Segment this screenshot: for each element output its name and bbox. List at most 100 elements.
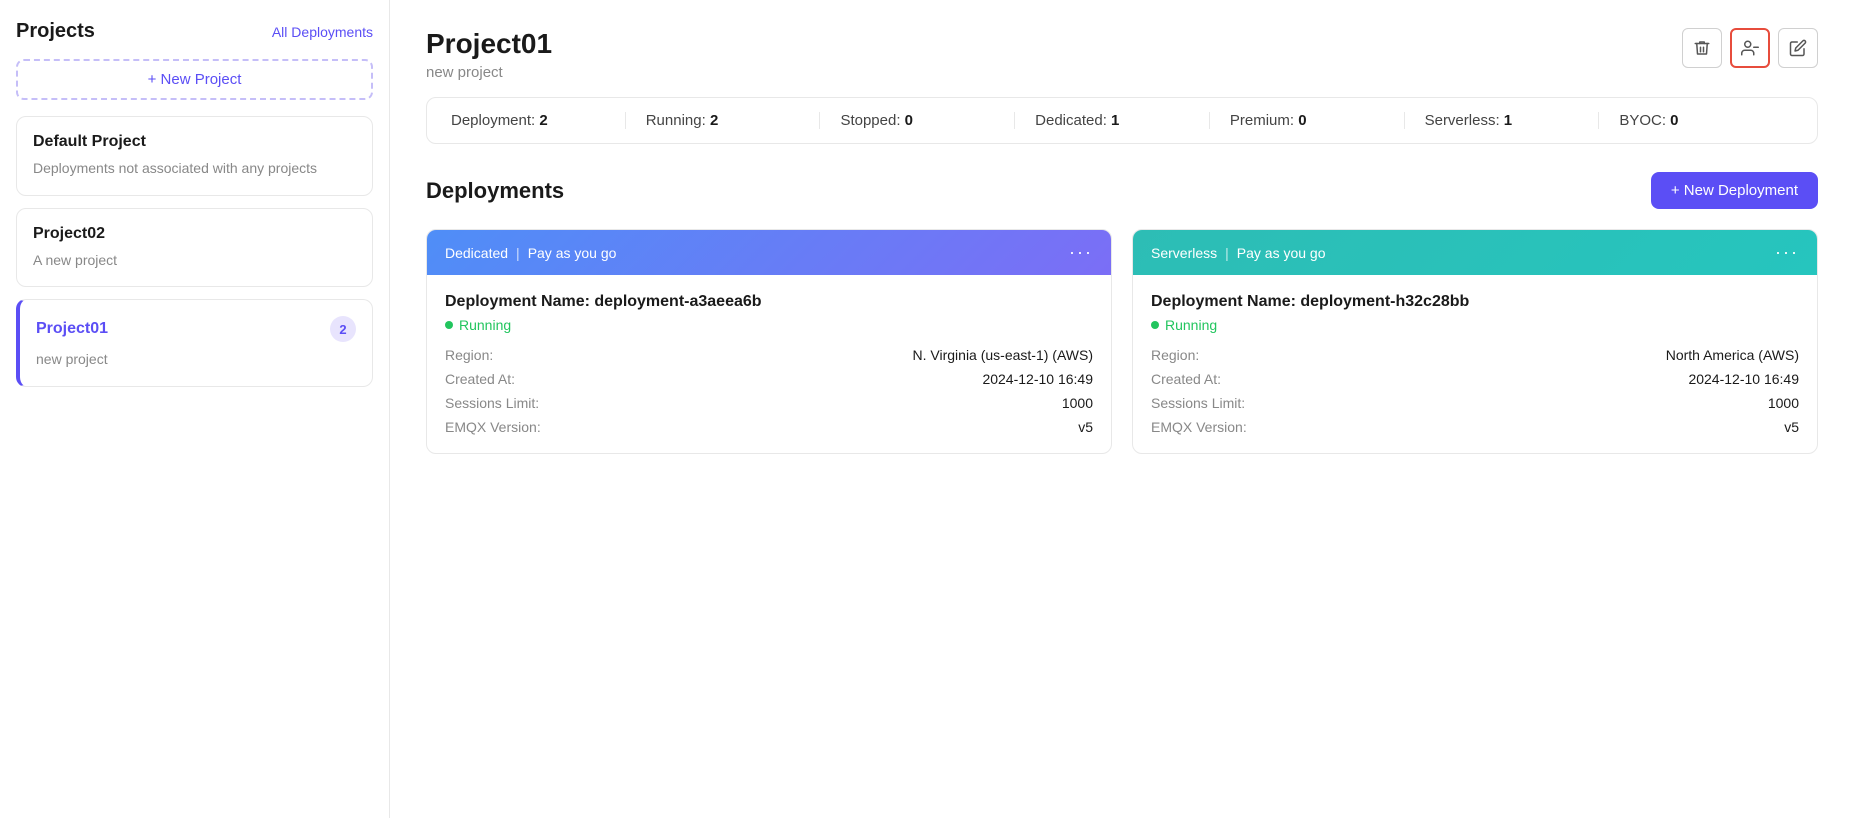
deployment-card-header: Serverless | Pay as you go ··· — [1133, 230, 1817, 275]
stat-value: 2 — [710, 112, 718, 129]
project-card-desc: A new project — [33, 251, 356, 271]
deployment-cards: Dedicated | Pay as you go ··· Deployment… — [426, 229, 1818, 454]
deployment-details: Region: North America (AWS) Created At: … — [1151, 347, 1799, 435]
deployment-status: Running — [445, 317, 1093, 333]
emqx-label: EMQX Version: — [445, 419, 541, 435]
project-badge: 2 — [330, 316, 356, 342]
stat-item: Deployment: 2 — [451, 112, 626, 129]
region-label: Region: — [1151, 347, 1199, 363]
deployment-type: Dedicated — [445, 245, 508, 261]
stat-value: 0 — [905, 112, 913, 129]
created-value: 2024-12-10 16:49 — [1688, 371, 1799, 387]
stat-label: Deployment: — [451, 112, 535, 129]
deployment-type-tag: Dedicated | Pay as you go — [445, 245, 616, 261]
project-card-project01[interactable]: Project01 2 new project — [16, 299, 373, 387]
deployment-plan: Pay as you go — [528, 245, 617, 261]
project-card-desc: Deployments not associated with any proj… — [33, 159, 356, 179]
detail-row-region: Region: North America (AWS) — [1151, 347, 1799, 363]
status-label: Running — [459, 317, 511, 333]
main-header: Project01 new project — [426, 28, 1818, 81]
stat-label: Dedicated: — [1035, 112, 1107, 129]
sessions-value: 1000 — [1062, 395, 1093, 411]
users-button[interactable] — [1730, 28, 1770, 68]
deployment-type-tag: Serverless | Pay as you go — [1151, 245, 1326, 261]
stat-value: 0 — [1670, 112, 1678, 129]
deployment-card-body: Deployment Name: deployment-a3aeea6b Run… — [427, 275, 1111, 453]
sessions-value: 1000 — [1768, 395, 1799, 411]
emqx-value: v5 — [1078, 419, 1093, 435]
emqx-value: v5 — [1784, 419, 1799, 435]
detail-row-region: Region: N. Virginia (us-east-1) (AWS) — [445, 347, 1093, 363]
stat-item: Running: 2 — [626, 112, 821, 129]
region-value: North America (AWS) — [1666, 347, 1799, 363]
deployment-name: Deployment Name: deployment-h32c28bb — [1151, 293, 1799, 311]
edit-button[interactable] — [1778, 28, 1818, 68]
detail-row-created: Created At: 2024-12-10 16:49 — [1151, 371, 1799, 387]
sessions-label: Sessions Limit: — [1151, 395, 1245, 411]
stats-bar: Deployment: 2Running: 2Stopped: 0Dedicat… — [426, 97, 1818, 144]
sessions-label: Sessions Limit: — [445, 395, 539, 411]
more-options-button[interactable]: ··· — [1775, 242, 1799, 263]
deployment-card-dep2: Serverless | Pay as you go ··· Deploymen… — [1132, 229, 1818, 454]
main-content: Project01 new project — [390, 0, 1854, 818]
separator: | — [1225, 245, 1229, 261]
emqx-label: EMQX Version: — [1151, 419, 1247, 435]
deployment-status: Running — [1151, 317, 1799, 333]
separator: | — [516, 245, 520, 261]
stat-label: Serverless: — [1425, 112, 1500, 129]
new-deployment-button[interactable]: + New Deployment — [1651, 172, 1818, 209]
region-value: N. Virginia (us-east-1) (AWS) — [913, 347, 1093, 363]
more-options-button[interactable]: ··· — [1069, 242, 1093, 263]
stat-label: Running: — [646, 112, 706, 129]
delete-button[interactable] — [1682, 28, 1722, 68]
all-deployments-link[interactable]: All Deployments — [272, 24, 373, 40]
project-card-project02[interactable]: Project02 A new project — [16, 208, 373, 288]
project-card-name: Default Project — [33, 133, 146, 151]
stat-item: Serverless: 1 — [1405, 112, 1600, 129]
detail-row-emqx: EMQX Version: v5 — [445, 419, 1093, 435]
stat-value: 0 — [1298, 112, 1306, 129]
deployment-plan: Pay as you go — [1237, 245, 1326, 261]
projects-list: Default Project Deployments not associate… — [16, 116, 373, 399]
deployments-section-title: Deployments — [426, 178, 564, 204]
stat-item: BYOC: 0 — [1599, 112, 1793, 129]
project-title: Project01 — [426, 28, 552, 60]
deployment-details: Region: N. Virginia (us-east-1) (AWS) Cr… — [445, 347, 1093, 435]
sidebar: Projects All Deployments + New Project D… — [0, 0, 390, 818]
detail-row-sessions: Sessions Limit: 1000 — [1151, 395, 1799, 411]
project-card-header: Default Project — [33, 133, 356, 151]
stat-label: Stopped: — [840, 112, 900, 129]
project-info: Project01 new project — [426, 28, 552, 81]
created-label: Created At: — [1151, 371, 1221, 387]
detail-row-emqx: EMQX Version: v5 — [1151, 419, 1799, 435]
sidebar-title: Projects — [16, 20, 95, 43]
stat-label: Premium: — [1230, 112, 1294, 129]
stat-value: 1 — [1111, 112, 1119, 129]
deployment-card-body: Deployment Name: deployment-h32c28bb Run… — [1133, 275, 1817, 453]
project-card-default[interactable]: Default Project Deployments not associate… — [16, 116, 373, 196]
status-dot — [1151, 321, 1159, 329]
new-project-button[interactable]: + New Project — [16, 59, 373, 100]
project-card-name: Project02 — [33, 225, 105, 243]
project-card-desc: new project — [36, 350, 356, 370]
project-card-header: Project01 2 — [36, 316, 356, 342]
detail-row-created: Created At: 2024-12-10 16:49 — [445, 371, 1093, 387]
stat-item: Premium: 0 — [1210, 112, 1405, 129]
deployment-type: Serverless — [1151, 245, 1217, 261]
created-value: 2024-12-10 16:49 — [982, 371, 1093, 387]
stat-label: BYOC: — [1619, 112, 1666, 129]
project-subtitle: new project — [426, 64, 552, 81]
detail-row-sessions: Sessions Limit: 1000 — [445, 395, 1093, 411]
sidebar-header: Projects All Deployments — [16, 20, 373, 43]
status-label: Running — [1165, 317, 1217, 333]
deployment-name: Deployment Name: deployment-a3aeea6b — [445, 293, 1093, 311]
stat-item: Stopped: 0 — [820, 112, 1015, 129]
stat-value: 2 — [539, 112, 547, 129]
deployment-card-dep1: Dedicated | Pay as you go ··· Deployment… — [426, 229, 1112, 454]
deployment-card-header: Dedicated | Pay as you go ··· — [427, 230, 1111, 275]
project-card-name: Project01 — [36, 320, 108, 338]
project-card-header: Project02 — [33, 225, 356, 243]
stat-item: Dedicated: 1 — [1015, 112, 1210, 129]
stat-value: 1 — [1504, 112, 1512, 129]
deployments-section-header: Deployments + New Deployment — [426, 172, 1818, 209]
